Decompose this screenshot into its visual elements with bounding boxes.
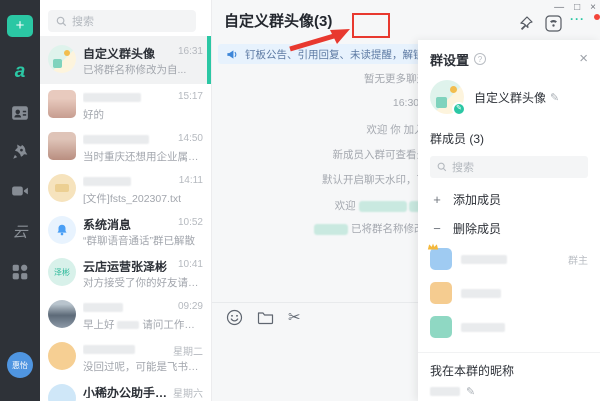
emoji-icon[interactable]	[226, 309, 243, 326]
group-avatar	[48, 45, 76, 73]
member-search-placeholder: 搜索	[452, 162, 474, 174]
workbench-rocket-icon[interactable]	[11, 143, 29, 161]
chat-title: 小稀办公助手	[83, 386, 156, 398]
chat-preview: 没回过呢，可能是飞书、钉...	[83, 361, 203, 373]
member-row[interactable]	[430, 316, 588, 338]
maximize-button[interactable]: □	[574, 1, 580, 14]
nickname-label: 我在本群的昵称	[430, 364, 515, 378]
plus-icon: +	[433, 191, 441, 207]
search-icon	[437, 162, 447, 172]
nav-rail: + a 云 惠怡	[0, 0, 40, 401]
chat-time: 16:31	[177, 46, 203, 57]
group-avatar-large[interactable]: ✎	[430, 80, 466, 116]
chat-item[interactable]: 好的 15:17	[40, 84, 211, 126]
contact-avatar: 泽彬	[48, 258, 76, 286]
search-placeholder: 搜索	[72, 16, 94, 28]
app-window: + a 云 惠怡 搜索 自定义群头像 已将群名称修改为自... 16:31 好的…	[0, 0, 600, 401]
nickname-section: 我在本群的昵称 ✎	[418, 352, 600, 398]
remove-member-button[interactable]: − 删除成员	[430, 220, 588, 236]
chat-time: 10:52	[177, 217, 203, 228]
contact-avatar	[48, 174, 76, 202]
member-row-owner[interactable]: 群主	[427, 243, 588, 270]
chat-header-title: 自定义群头像(3)	[224, 13, 333, 30]
chat-preview: 好的	[83, 109, 104, 121]
chat-time: 14:11	[178, 175, 203, 186]
notification-dot	[594, 14, 600, 20]
chat-preview: 早上好 请问工作流程...	[83, 319, 203, 331]
search-input[interactable]: 搜索	[48, 10, 196, 32]
megaphone-icon	[227, 49, 237, 59]
search-icon	[56, 16, 67, 26]
member-avatar	[427, 243, 452, 270]
edit-nickname-icon[interactable]: ✎	[466, 385, 475, 398]
message-toolbar: ✂	[226, 309, 301, 326]
contact-avatar	[48, 342, 76, 370]
app-logo-icon: a	[14, 61, 26, 82]
owner-crown-icon	[427, 243, 439, 250]
redacted-name	[461, 288, 501, 298]
group-settings-panel: 群设置 ? × ✎ 自定义群头像 ✎ 群成员 (3) 搜索 + 添加成员 − 删…	[418, 40, 600, 401]
contact-avatar	[48, 132, 76, 160]
video-call-icon[interactable]	[11, 182, 29, 200]
chat-item-system[interactable]: 系统消息 “群聊语音通话”群已解散 10:52	[40, 210, 211, 252]
add-member-button[interactable]: + 添加成员	[430, 191, 588, 207]
chat-item[interactable]: 没回过呢，可能是飞书、钉... 星期二	[40, 336, 211, 378]
owner-label: 群主	[568, 255, 588, 267]
redacted-name	[461, 254, 507, 264]
member-avatar	[430, 316, 452, 338]
chat-item-bot[interactable]: 小稀办公助手 机器人 星期六	[40, 378, 211, 401]
window-controls: — □ ×	[554, 1, 596, 14]
chat-preview: 已将群名称修改为自...	[83, 64, 187, 76]
chat-preview: 当时重庆还想用企业属性来...	[83, 151, 203, 163]
minus-icon: −	[433, 220, 441, 236]
chat-item-custom-group[interactable]: 自定义群头像 已将群名称修改为自... 16:31	[40, 36, 211, 84]
chat-time: 星期六	[173, 389, 203, 400]
chat-list: 搜索 自定义群头像 已将群名称修改为自... 16:31 好的 15:17 当时…	[40, 0, 212, 401]
chat-item[interactable]: [文件]fsts_202307.txt 14:11	[40, 168, 211, 210]
create-button[interactable]: +	[7, 15, 33, 37]
more-menu-button[interactable]: ···	[570, 12, 585, 26]
screenshot-scissors-icon[interactable]: ✂	[288, 309, 301, 326]
bot-avatar	[48, 384, 76, 401]
contact-avatar	[48, 90, 76, 118]
chat-time: 10:41	[177, 259, 203, 270]
chat-preview: [文件]fsts_202307.txt	[83, 193, 182, 205]
chat-time: 09:29	[177, 301, 203, 312]
edit-group-name-icon[interactable]: ✎	[550, 91, 559, 104]
cloud-app-icon[interactable]: 云	[12, 221, 27, 242]
member-row[interactable]	[430, 282, 588, 304]
chat-preview: “群聊语音通话”群已解散	[83, 235, 195, 247]
pin-icon[interactable]	[517, 15, 534, 32]
chat-time: 14:50	[177, 133, 203, 144]
panel-title: 群设置	[430, 52, 470, 68]
group-name: 自定义群头像	[474, 90, 547, 105]
minimize-button[interactable]: —	[554, 1, 564, 14]
system-bell-icon	[48, 216, 76, 244]
folder-icon[interactable]	[257, 309, 274, 326]
chat-item[interactable]: 泽彬 云店运营张泽彬 对方接受了你的好友请求，... 10:41	[40, 252, 211, 294]
chat-time: 星期二	[173, 347, 203, 358]
panel-close-icon[interactable]: ×	[579, 51, 588, 66]
chat-item[interactable]: 早上好 请问工作流程... 09:29	[40, 294, 211, 336]
members-count-label: 群成员 (3)	[430, 132, 485, 146]
apps-grid-icon[interactable]	[11, 263, 29, 281]
close-button[interactable]: ×	[590, 1, 596, 14]
chat-time: 15:17	[177, 91, 203, 102]
user-avatar[interactable]: 惠怡	[7, 352, 33, 378]
member-avatar	[430, 282, 452, 304]
edit-avatar-badge-icon[interactable]: ✎	[452, 102, 466, 116]
phone-history-icon[interactable]	[545, 15, 562, 32]
member-search-input[interactable]: 搜索	[430, 156, 588, 178]
redacted-nickname	[430, 387, 460, 396]
chat-preview: 对方接受了你的好友请求，...	[83, 277, 203, 289]
contacts-icon[interactable]	[11, 104, 29, 122]
chat-item[interactable]: 当时重庆还想用企业属性来... 14:50	[40, 126, 211, 168]
contact-avatar	[48, 300, 76, 328]
help-icon[interactable]: ?	[474, 53, 487, 65]
redacted-name	[461, 322, 505, 332]
